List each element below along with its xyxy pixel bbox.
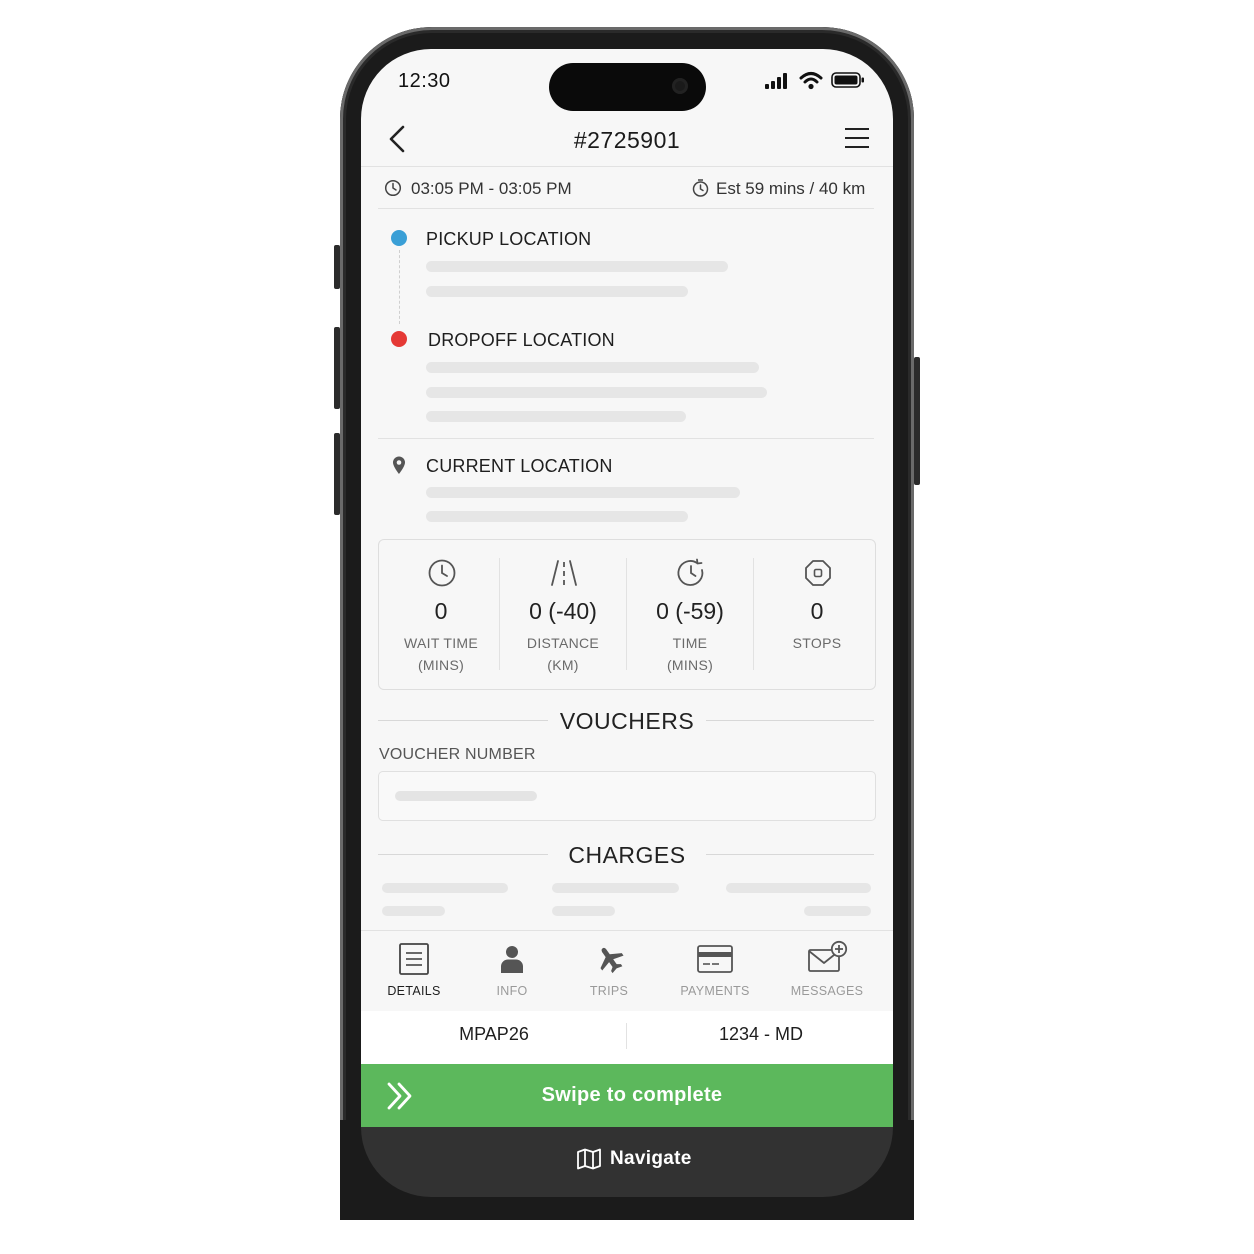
stat-label: WAIT TIME (MINS) (404, 635, 478, 673)
voucher-number-label: VOUCHER NUMBER (379, 746, 536, 763)
stat-wait-time: 0 WAIT TIME (MINS) (379, 540, 503, 689)
tab-payments[interactable]: PAYMENTS (672, 938, 758, 1004)
stat-time: 0 (-59) TIME (MINS) (628, 540, 752, 689)
back-chevron-left-icon[interactable] (386, 124, 410, 154)
clock-icon (428, 559, 456, 587)
swipe-label: Swipe to complete (541, 1084, 723, 1106)
power-button (914, 357, 920, 485)
section-rule (378, 854, 548, 855)
tab-label: TRIPS (589, 984, 629, 998)
history-clock-icon (677, 558, 704, 586)
meta-divider (378, 208, 874, 209)
route-connector-line (399, 250, 400, 324)
stat-label: DISTANCE (KM) (526, 635, 600, 673)
credit-card-icon (697, 945, 733, 973)
battery-icon (831, 72, 864, 88)
camera-lens (672, 78, 688, 94)
current-address-placeholder (426, 511, 688, 522)
stat-value: 0 (-59) (656, 598, 724, 624)
trip-stats-card: 0 WAIT TIME (MINS) 0 (-40) DISTANCE (KM) 0… (378, 539, 876, 690)
section-rule (378, 720, 548, 721)
double-chevron-right-icon[interactable] (386, 1081, 414, 1111)
stat-value: 0 (434, 598, 448, 624)
envelope-plus-icon (808, 940, 848, 972)
trip-number-title: #2725901 (573, 127, 681, 153)
signal-icon (765, 73, 787, 89)
dropoff-address-placeholder (426, 362, 759, 373)
charge-placeholder (804, 906, 871, 916)
current-location-label: CURRENT LOCATION (426, 456, 613, 476)
charge-placeholder (552, 883, 679, 893)
dropoff-dot (391, 331, 407, 347)
stat-label: TIME (MINS) (666, 635, 714, 673)
charge-placeholder (382, 906, 445, 916)
vehicle-divider (626, 1023, 627, 1049)
stat-distance: 0 (-40) DISTANCE (KM) (501, 540, 625, 689)
dropoff-address-placeholder (426, 387, 767, 398)
vouchers-title: VOUCHERS (559, 708, 695, 734)
map-icon (577, 1148, 601, 1170)
document-icon (399, 943, 429, 975)
dropoff-location-label: DROPOFF LOCATION (428, 330, 615, 350)
tab-details[interactable]: DETAILS (371, 938, 457, 1004)
section-rule (706, 720, 874, 721)
hamburger-menu-icon[interactable] (844, 127, 870, 149)
person-icon (501, 946, 523, 973)
charges-title: CHARGES (568, 842, 686, 868)
pickup-location-label: PICKUP LOCATION (426, 229, 592, 249)
dropoff-address-placeholder (426, 411, 686, 422)
tab-info[interactable]: INFO (469, 938, 555, 1004)
current-address-placeholder (426, 487, 740, 498)
stat-value: 0 (-40) (529, 598, 597, 624)
stat-divider (499, 558, 500, 670)
action-button (334, 245, 340, 289)
charge-placeholder (726, 883, 871, 893)
tab-label: PAYMENTS (680, 984, 750, 998)
tab-label: DETAILS (387, 984, 441, 998)
pickup-address-placeholder (426, 286, 688, 297)
stat-stops: 0 STOPS (755, 540, 879, 689)
clock-icon (384, 179, 402, 197)
vehicle-code: MPAP26 (459, 1024, 529, 1044)
status-time: 12:30 (398, 70, 451, 92)
tab-messages[interactable]: MESSAGES (784, 938, 870, 1004)
pickup-dot (391, 230, 407, 246)
tab-label: MESSAGES (790, 984, 864, 998)
airplane-icon (600, 947, 624, 974)
volume-up-button (334, 327, 340, 409)
charge-placeholder (382, 883, 508, 893)
stat-divider (626, 558, 627, 670)
voucher-number-input[interactable] (378, 771, 876, 821)
section-rule (706, 854, 874, 855)
wifi-icon (799, 72, 823, 90)
stat-divider (753, 558, 754, 670)
header-divider (361, 166, 893, 167)
stat-value: 0 (810, 598, 824, 624)
charge-placeholder (552, 906, 615, 916)
tab-label: INFO (496, 984, 528, 998)
map-pin-icon (393, 456, 405, 474)
navigate-label: Navigate (610, 1148, 692, 1169)
pickup-address-placeholder (426, 261, 728, 272)
stop-octagon-icon (805, 560, 831, 586)
tab-trips[interactable]: TRIPS (566, 938, 652, 1004)
stopwatch-icon (692, 179, 709, 197)
road-icon (551, 560, 577, 586)
trip-time-range: 03:05 PM - 03:05 PM (411, 179, 572, 198)
vehicle-plate: 1234 - MD (718, 1024, 804, 1044)
stat-label: STOPS (792, 635, 842, 651)
volume-down-button (334, 433, 340, 515)
trip-estimate: Est 59 mins / 40 km (716, 179, 866, 198)
voucher-input-placeholder (395, 791, 537, 801)
locations-divider (378, 438, 874, 439)
